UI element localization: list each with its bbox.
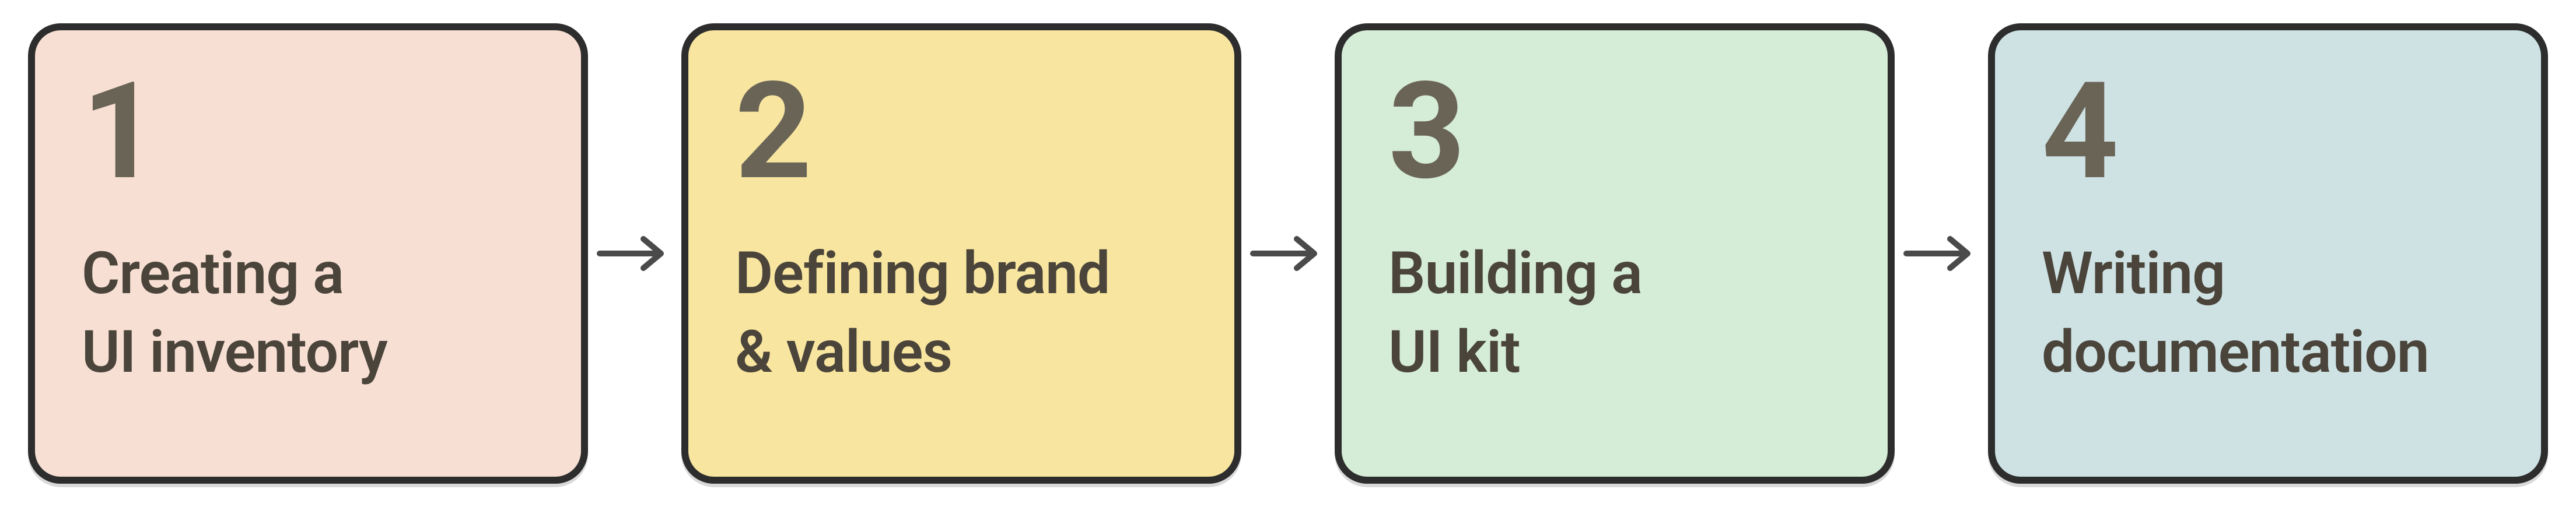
- step-title-line2: & values: [735, 318, 952, 386]
- step-title: Defining brand & values: [735, 234, 1188, 392]
- arrow-icon: [1895, 230, 1988, 277]
- step-title-line1: Building a: [1388, 240, 1642, 308]
- step-number: 3: [1388, 65, 1841, 199]
- step-number: 1: [82, 65, 534, 199]
- step-title: Building a UI kit: [1388, 234, 1841, 392]
- process-flow: 1 Creating a UI inventory 2 Defining bra…: [28, 23, 2548, 484]
- step-title-line2: documentation: [2042, 318, 2429, 386]
- step-title-line2: UI inventory: [82, 318, 387, 386]
- step-title: Writing documentation: [2042, 234, 2494, 392]
- step-card-1: 1 Creating a UI inventory: [28, 23, 588, 484]
- step-title-line1: Writing: [2042, 240, 2225, 308]
- step-title: Creating a UI inventory: [82, 234, 534, 392]
- step-number: 2: [735, 65, 1188, 199]
- step-card-4: 4 Writing documentation: [1988, 23, 2548, 484]
- step-title-line1: Defining brand: [735, 240, 1110, 308]
- step-card-2: 2 Defining brand & values: [681, 23, 1241, 484]
- step-title-line2: UI kit: [1388, 318, 1520, 386]
- arrow-icon: [588, 230, 681, 277]
- step-number: 4: [2042, 65, 2494, 199]
- step-card-3: 3 Building a UI kit: [1335, 23, 1895, 484]
- step-title-line1: Creating a: [82, 240, 344, 308]
- arrow-icon: [1241, 230, 1335, 277]
